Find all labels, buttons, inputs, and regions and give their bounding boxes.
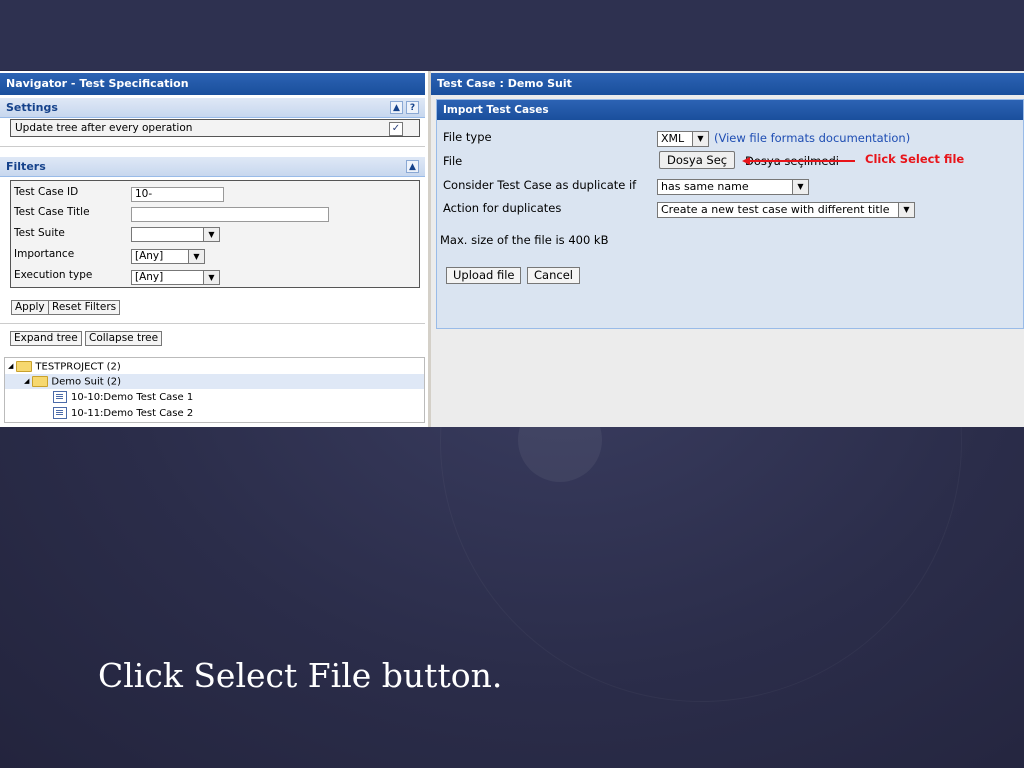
duplicate-label: Consider Test Case as duplicate if — [443, 178, 637, 192]
test-case-title-label: Test Case Title — [14, 206, 90, 218]
update-tree-label: Update tree after every operation — [15, 122, 193, 134]
annotation-text: Click Select file — [865, 152, 965, 166]
test-suite-select[interactable]: ▼ — [131, 227, 220, 242]
slide-top-band — [0, 0, 1024, 70]
view-formats-link[interactable]: (View file formats documentation) — [714, 131, 910, 145]
navigator-pane: Navigator - Test Specification Settings … — [0, 71, 431, 427]
up-icon[interactable]: ▲ — [390, 101, 403, 114]
test-case-title-input[interactable] — [131, 207, 329, 222]
import-panel-title: Import Test Cases — [437, 100, 1023, 120]
test-suite-label: Test Suite — [14, 227, 65, 239]
tree-node-suite-label: Demo Suit (2) — [51, 376, 122, 388]
test-case-icon — [53, 407, 67, 419]
chevron-down-icon: ▼ — [898, 203, 914, 217]
tree-node-project[interactable]: ◢ TESTPROJECT (2) — [8, 359, 121, 374]
test-case-pane: Test Case : Demo Suit Import Test Cases … — [431, 71, 1024, 427]
file-type-label: File type — [443, 130, 492, 144]
test-case-id-label: Test Case ID — [14, 186, 79, 198]
file-type-select[interactable]: XML ▼ — [657, 131, 709, 147]
importance-label: Importance — [14, 248, 75, 260]
execution-type-select[interactable]: [Any] ▼ — [131, 270, 220, 285]
chevron-down-icon: ▼ — [203, 271, 219, 284]
tree-node-test-case-label: 10-11:Demo Test Case 2 — [71, 408, 194, 419]
test-case-icon — [53, 391, 67, 403]
expand-triangle-icon[interactable]: ◢ — [24, 374, 29, 389]
expand-triangle-icon[interactable]: ◢ — [8, 359, 13, 374]
choose-file-button[interactable]: Dosya Seç — [659, 151, 736, 169]
divider — [0, 146, 425, 147]
chevron-down-icon: ▼ — [692, 132, 708, 146]
cancel-button[interactable]: Cancel — [527, 267, 580, 284]
filters-box: Test Case ID 10- Test Case Title Test Su… — [10, 180, 420, 288]
arrow-left-icon — [742, 157, 750, 165]
expand-tree-button[interactable]: Expand tree — [10, 331, 82, 346]
tree-node-test-case[interactable]: 10-11:Demo Test Case 2 — [53, 406, 193, 421]
tree-node-suite[interactable]: ◢ Demo Suit (2) — [24, 374, 121, 389]
tree-node-test-case-label: 10-10:Demo Test Case 1 — [71, 392, 194, 403]
execution-type-value: [Any] — [135, 271, 164, 283]
update-tree-checkbox[interactable]: ✓ — [389, 122, 403, 136]
filters-header-label: Filters — [6, 160, 46, 173]
tree-node-project-label: TESTPROJECT (2) — [35, 361, 121, 373]
action-duplicates-label: Action for duplicates — [443, 201, 562, 215]
help-icon[interactable]: ? — [406, 101, 419, 114]
collapse-tree-button[interactable]: Collapse tree — [85, 331, 163, 346]
test-case-id-input[interactable]: 10- — [131, 187, 224, 202]
settings-box: Update tree after every operation ✓ — [10, 119, 420, 137]
folder-icon — [16, 361, 33, 372]
chevron-down-icon: ▼ — [188, 250, 204, 263]
test-tree: ◢ TESTPROJECT (2) ◢ Demo Suit (2) 10-10:De… — [4, 357, 425, 423]
duplicate-value: has same name — [661, 180, 749, 193]
folder-icon — [32, 376, 49, 387]
apply-button[interactable]: Apply — [11, 300, 49, 315]
test-case-title: Test Case : Demo Suit — [431, 73, 1024, 95]
settings-header-label: Settings — [6, 101, 58, 114]
tree-node-test-case[interactable]: 10-10:Demo Test Case 1 — [53, 390, 193, 405]
execution-type-label: Execution type — [14, 269, 93, 281]
upload-file-button[interactable]: Upload file — [446, 267, 522, 284]
import-panel: Import Test Cases File type XML ▼ (View … — [436, 99, 1024, 329]
collapse-filters-icon[interactable]: ▲ — [406, 160, 419, 173]
screenshot: Navigator - Test Specification Settings … — [0, 71, 1024, 427]
divider — [0, 323, 425, 324]
importance-value: [Any] — [135, 250, 164, 262]
settings-header[interactable]: Settings ▲ ? — [0, 98, 425, 118]
slide-caption: Click Select File button. — [98, 656, 503, 695]
action-duplicates-value: Create a new test case with different ti… — [661, 203, 890, 216]
filters-header[interactable]: Filters ▲ — [0, 157, 425, 177]
chevron-down-icon: ▼ — [792, 180, 808, 194]
action-duplicates-select[interactable]: Create a new test case with different ti… — [657, 202, 915, 218]
chevron-down-icon: ▼ — [203, 228, 219, 241]
reset-filters-button[interactable]: Reset Filters — [48, 300, 121, 315]
file-label: File — [443, 154, 463, 168]
duplicate-select[interactable]: has same name ▼ — [657, 179, 809, 195]
annotation-arrow — [749, 160, 855, 162]
importance-select[interactable]: [Any] ▼ — [131, 249, 205, 264]
navigator-title: Navigator - Test Specification — [0, 73, 425, 95]
file-type-value: XML — [661, 132, 685, 145]
max-size-text: Max. size of the file is 400 kB — [440, 233, 609, 247]
